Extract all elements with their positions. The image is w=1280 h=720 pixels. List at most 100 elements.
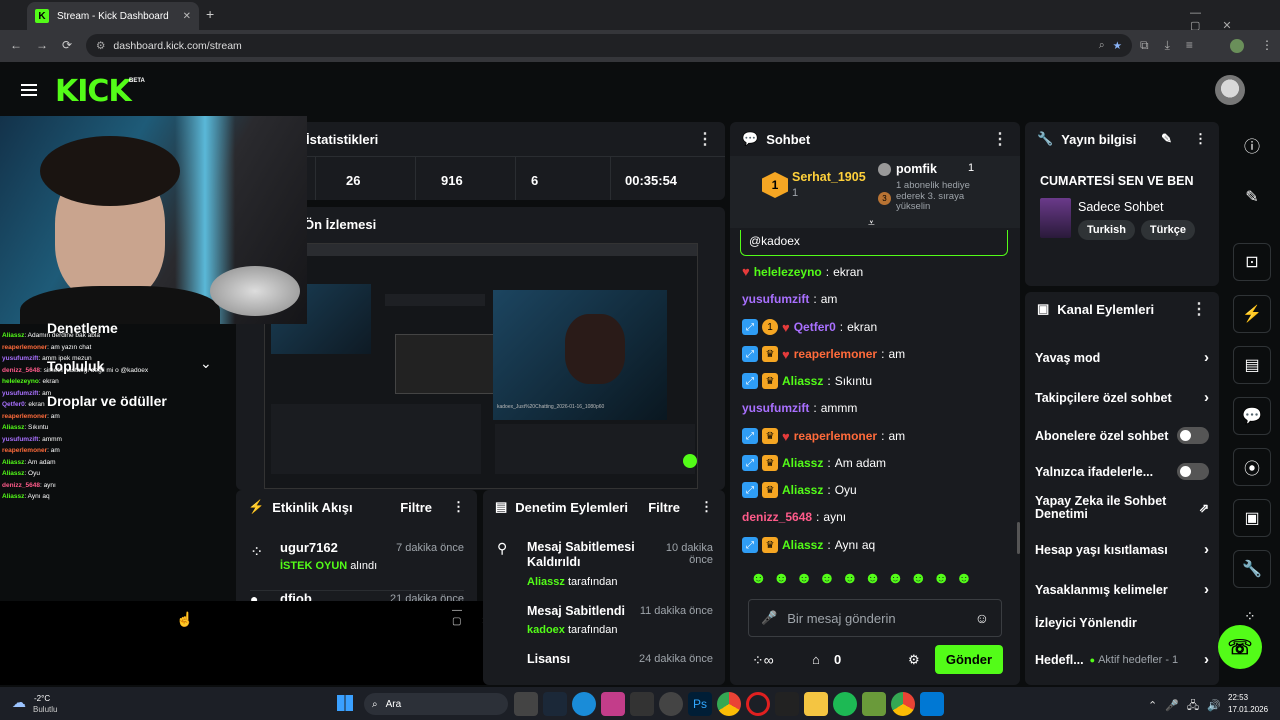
info-icon[interactable]: ⓘ: [1233, 126, 1271, 164]
action-goals[interactable]: Hedefl... ● Aktif hedefler - 1 ›: [1035, 651, 1209, 668]
overlay-chat-line: denizz_5648: simetri hastalığı değil mi …: [2, 366, 149, 374]
taskbar-search[interactable]: ⌕ Ara: [364, 693, 508, 715]
action-raid[interactable]: İzleyici Yönlendir: [1035, 616, 1209, 630]
window-controls[interactable]: —▢✕: [1190, 7, 1280, 32]
task-view-icon[interactable]: [514, 692, 538, 716]
action-banned-words[interactable]: Yasaklanmış kelimeler ›: [1035, 581, 1209, 598]
app-icon[interactable]: [601, 692, 625, 716]
video-settings-icon[interactable]: ▣: [1233, 499, 1271, 537]
chat-menu-icon[interactable]: ⋮: [992, 129, 1008, 149]
chat-message: ⤢ ♛ ♥ reaperlemoner: am: [742, 346, 905, 362]
edit-icon[interactable]: ✎: [1161, 131, 1172, 147]
action-account-age[interactable]: Hesap yaşı kısıtlaması ›: [1035, 541, 1209, 558]
microphone-icon[interactable]: 🎤: [761, 610, 777, 626]
taskbar-search-label: Ara: [385, 698, 402, 710]
spotify-icon[interactable]: [833, 692, 857, 716]
activity-menu-icon[interactable]: ⋮: [452, 499, 465, 515]
chat-bubble-icon: 💬: [742, 131, 759, 146]
windows-start-icon[interactable]: [337, 695, 353, 711]
tag-turkish[interactable]: Turkish: [1078, 220, 1135, 240]
chat-icon[interactable]: 💬: [1233, 397, 1271, 435]
capture-icon[interactable]: ⊡: [1233, 243, 1271, 281]
zoom-icon[interactable]: ⌕: [1099, 39, 1105, 52]
action-slow-mode[interactable]: Yavaş mod ›: [1035, 349, 1209, 366]
second-gifter-name[interactable]: pomfik: [896, 162, 937, 176]
chevron-right-icon: ›: [1204, 389, 1209, 406]
stat-subs: 6: [516, 157, 611, 200]
send-button[interactable]: Gönder: [935, 645, 1003, 674]
explorer-icon[interactable]: [804, 692, 828, 716]
activity-filter-button[interactable]: Filtre: [400, 500, 432, 515]
weather-desc: Bulutlu: [33, 705, 58, 714]
rank2-badge: [878, 163, 891, 176]
kick-logo[interactable]: KICK: [55, 74, 132, 109]
action-emotes-only[interactable]: Yalnızca ifadelerle...: [1035, 463, 1209, 480]
address-bar[interactable]: ⚙ dashboard.kick.com/stream ⌕ ★: [86, 34, 1132, 57]
lightning-icon[interactable]: ⚡: [1233, 295, 1271, 333]
nav-buttons[interactable]: ←→⟳: [10, 38, 86, 52]
top-gifter-name[interactable]: Serhat_1905: [792, 170, 866, 184]
stats-menu-icon[interactable]: ⋮: [697, 129, 713, 149]
active-app-icon[interactable]: [920, 692, 944, 716]
browser-menu-icon[interactable]: ⋮: [1261, 38, 1273, 52]
edge-icon[interactable]: [572, 692, 596, 716]
bookmark-star-icon[interactable]: ★: [1113, 40, 1122, 52]
overlay-chat-line: reaperlemoner: am: [2, 447, 60, 454]
minecraft-icon[interactable]: [862, 692, 886, 716]
channel-actions-menu-icon[interactable]: ⋮: [1191, 299, 1207, 319]
bolt-icon: ⚡: [248, 499, 265, 514]
wrench-icon: 🔧: [1037, 131, 1054, 146]
channel-actions-title: Kanal Eylemleri: [1057, 301, 1155, 317]
browser-tab[interactable]: K Stream - Kick Dashboard ✕: [27, 2, 199, 30]
tools-icon[interactable]: 🔧: [1233, 550, 1271, 588]
tag-turkce[interactable]: Türkçe: [1140, 220, 1195, 240]
system-tray[interactable]: ⌃🎤🖧🔊: [1148, 697, 1229, 716]
new-tab-icon[interactable]: +: [206, 6, 214, 22]
pencil-icon[interactable]: ✎: [1233, 178, 1271, 216]
crown-badge-icon: ♛: [762, 428, 778, 444]
rank1-badge: 1: [762, 172, 788, 198]
notes-icon[interactable]: ▤: [1233, 346, 1271, 384]
url-text: dashboard.kick.com/stream: [113, 39, 242, 52]
steam-icon[interactable]: [543, 692, 567, 716]
extensions-area[interactable]: ⧉⤓≡: [1140, 38, 1209, 53]
collapse-icon[interactable]: ⩡: [868, 216, 875, 231]
chat-input-placeholder: Bir mesaj gönderin: [787, 610, 896, 626]
weather-icon[interactable]: ☁: [12, 694, 26, 711]
chat-input-box[interactable]: 🎤 Bir mesaj gönderin ☺: [748, 599, 1002, 637]
preview-video[interactable]: kadoex_Just%20Chatting_2026-01-16_1080p6…: [264, 243, 698, 489]
action-followers-only[interactable]: Takipçilere özel sohbet ›: [1035, 389, 1209, 406]
community-icon[interactable]: ⁘: [1244, 608, 1256, 625]
tab-close-icon[interactable]: ✕: [183, 11, 191, 22]
chat-message: ⤢ ♛ Aliassz: Aynı aq: [742, 537, 875, 553]
support-button[interactable]: ☏: [1218, 625, 1262, 669]
moderation-menu-icon[interactable]: ⋮: [700, 499, 713, 515]
action-ai-moderation[interactable]: Yapay Zeka ile Sohbet Denetimi ⇗: [1035, 495, 1209, 521]
user-avatar[interactable]: [1215, 75, 1245, 105]
emoji-icon[interactable]: ☺: [975, 610, 989, 626]
site-settings-icon[interactable]: ⚙: [96, 40, 105, 52]
store-icon[interactable]: ⌂: [812, 652, 820, 667]
category-name[interactable]: Sadece Sohbet: [1078, 200, 1164, 214]
photoshop-icon[interactable]: Ps: [688, 692, 712, 716]
emote-bar[interactable]: ☻☻☻☻☻☻☻☻☻☻: [750, 570, 978, 588]
moderation-filter-button[interactable]: Filtre: [648, 500, 680, 515]
hamburger-icon[interactable]: [21, 84, 37, 96]
stream-info-menu-icon[interactable]: ⋮: [1194, 131, 1207, 147]
emotes-only-toggle[interactable]: [1177, 463, 1209, 480]
chat-scrollbar[interactable]: [1017, 522, 1020, 554]
opera-icon[interactable]: [746, 692, 770, 716]
action-subscribers-only[interactable]: Abonelere özel sohbet: [1035, 427, 1209, 444]
chat-settings-icon[interactable]: ⚙: [908, 652, 920, 668]
obs-icon[interactable]: [659, 692, 683, 716]
chrome-icon-2[interactable]: [891, 692, 915, 716]
capcut-icon[interactable]: [775, 692, 799, 716]
broadcast-icon[interactable]: ⦿: [1233, 448, 1271, 486]
profile-avatar-browser[interactable]: [1230, 39, 1244, 53]
epic-icon[interactable]: [630, 692, 654, 716]
moderation-item-title: Mesaj Sabitlemesi Kaldırıldı: [527, 540, 635, 569]
chrome-icon[interactable]: [717, 692, 741, 716]
subscribers-only-toggle[interactable]: [1177, 427, 1209, 444]
preview-panel: Ön İzlemesi kadoex_Just%20Chatting_2026-…: [236, 207, 725, 490]
points-icon[interactable]: ⁘∞: [752, 652, 774, 669]
